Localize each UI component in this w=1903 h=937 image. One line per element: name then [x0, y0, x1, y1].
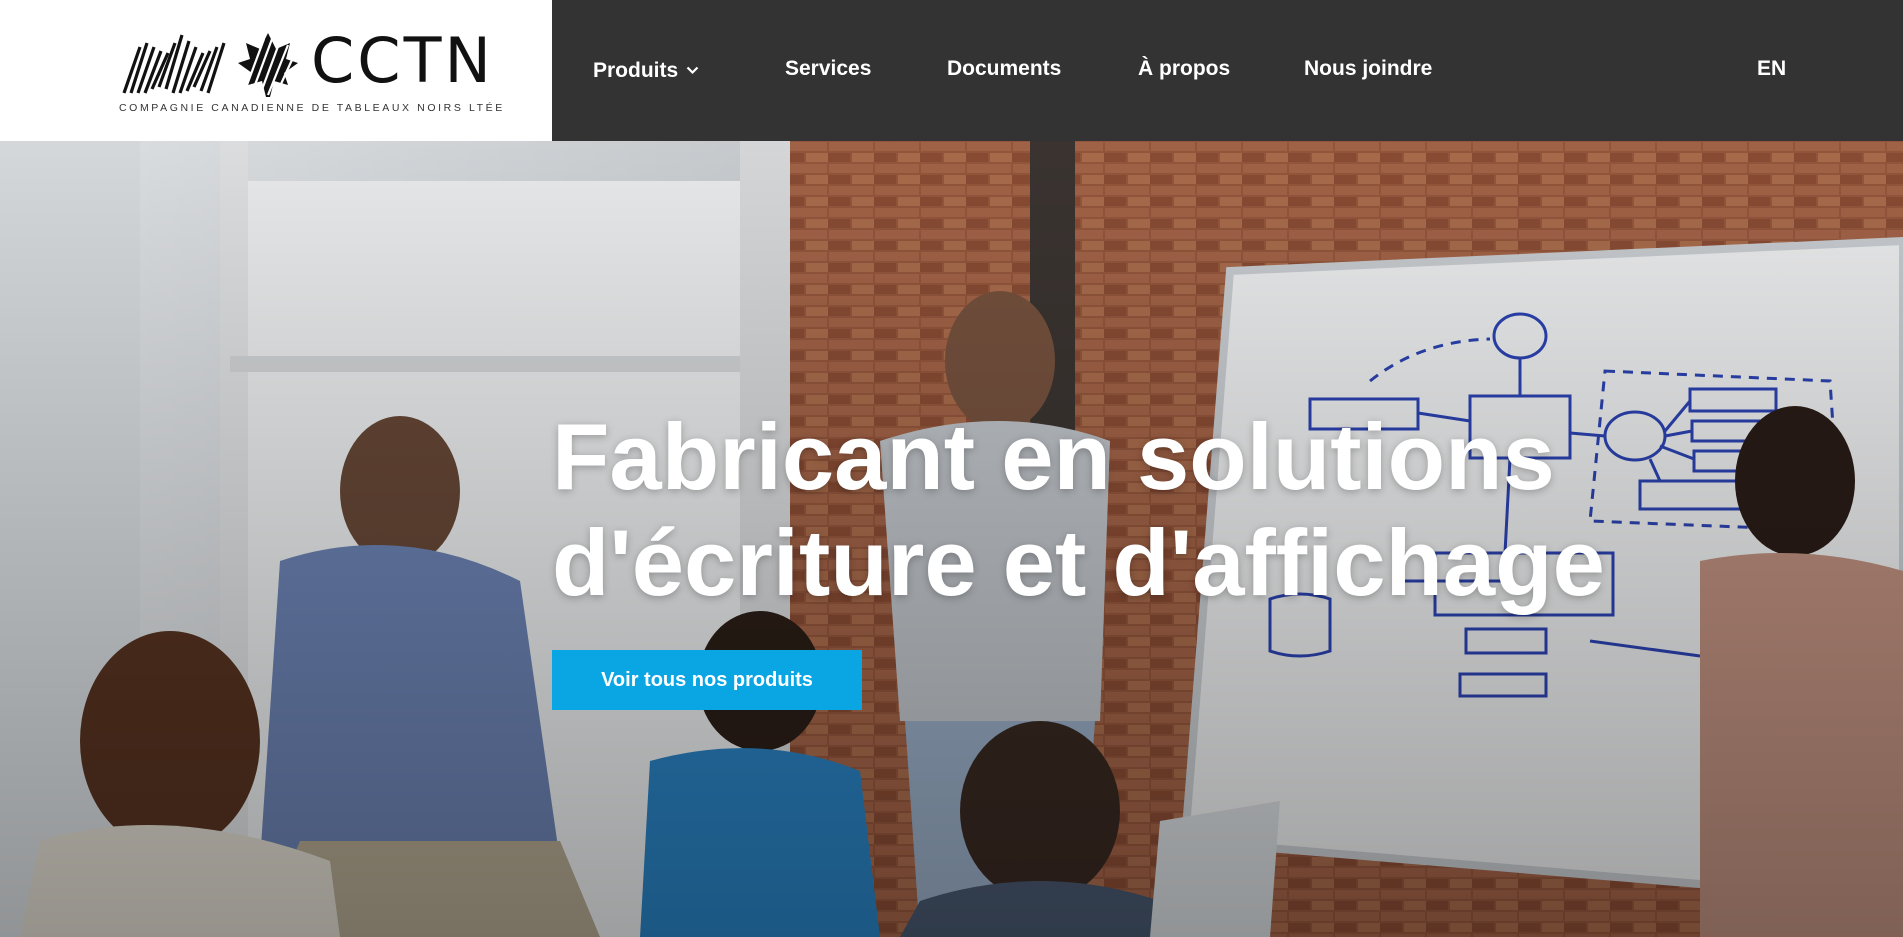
hero-section: Fabricant en solutions d'écriture et d'a… — [0, 141, 1903, 937]
nav-item-a-propos[interactable]: À propos — [1138, 56, 1230, 82]
view-all-products-button[interactable]: Voir tous nos produits — [552, 650, 862, 710]
hero-title-line-2: d'écriture et d'affichage — [552, 510, 1605, 615]
hero-title: Fabricant en solutions d'écriture et d'a… — [552, 404, 1605, 616]
language-switch[interactable]: EN — [1757, 56, 1786, 82]
hero-title-line-1: Fabricant en solutions — [552, 404, 1555, 509]
logo-link[interactable]: CCTN COMPAGNIE CANADIENNE DE TABLEAUX NO… — [0, 0, 552, 141]
site-header: CCTN COMPAGNIE CANADIENNE DE TABLEAUX NO… — [0, 0, 1903, 141]
nav-item-produits[interactable]: Produits — [593, 56, 699, 84]
nav-item-services[interactable]: Services — [785, 56, 871, 82]
chevron-down-icon — [686, 56, 699, 82]
brand-tagline: COMPAGNIE CANADIENNE DE TABLEAUX NOIRS L… — [119, 102, 505, 114]
nav-item-documents[interactable]: Documents — [947, 56, 1061, 82]
maple-logo-icon — [122, 33, 298, 97]
nav-item-label: Produits — [593, 59, 679, 82]
nav-item-nous-joindre[interactable]: Nous joindre — [1304, 56, 1432, 82]
brand-name: CCTN — [311, 24, 494, 97]
